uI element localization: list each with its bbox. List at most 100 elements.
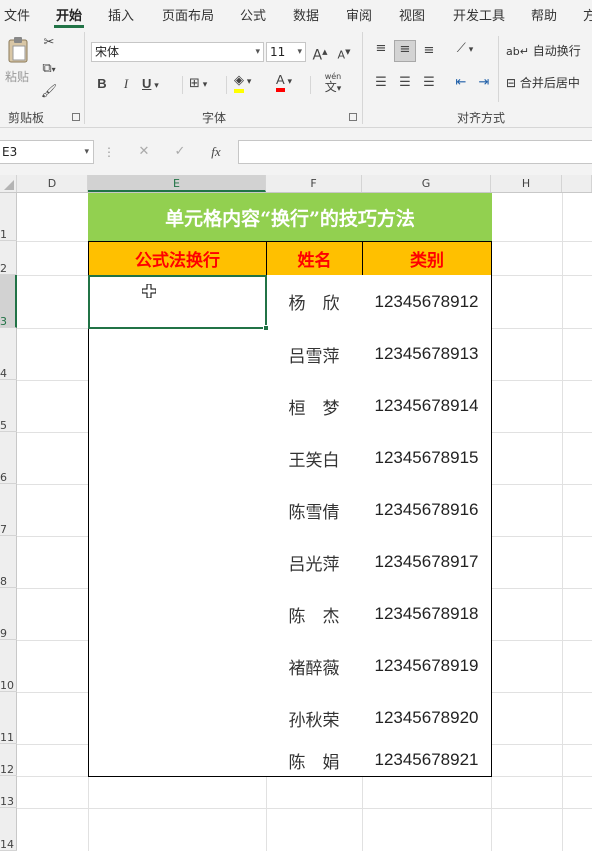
underline-button[interactable]: U ▾ — [142, 75, 170, 95]
formula-input[interactable] — [238, 140, 592, 164]
paste-button-label[interactable]: 粘贴 — [5, 68, 29, 86]
header-cell[interactable]: 姓名 — [266, 241, 363, 276]
name-cell[interactable]: 王笑白 — [266, 432, 363, 485]
column-header-h[interactable]: H — [491, 175, 562, 192]
formula-cell[interactable] — [88, 484, 267, 537]
tab-4[interactable]: 公式 — [240, 5, 266, 24]
code-cell[interactable]: 12345678914 — [362, 380, 492, 433]
font-size-dropdown[interactable]: 11 ▾ — [266, 42, 306, 62]
column-header-next[interactable] — [562, 175, 592, 192]
italic-button[interactable]: I — [118, 75, 134, 93]
font-dialog-launcher-icon[interactable] — [349, 113, 357, 121]
align-right-icon[interactable]: ☰ — [420, 74, 438, 92]
bold-button[interactable]: B — [94, 75, 110, 93]
tab-9[interactable]: 帮助 — [531, 5, 557, 24]
column-header-g[interactable]: G — [362, 175, 491, 192]
increase-indent-icon[interactable]: ⇥ — [475, 74, 493, 92]
column-header-e[interactable]: E — [88, 175, 266, 192]
paste-icon[interactable] — [5, 36, 31, 66]
font-color-icon[interactable]: A ▾ — [276, 72, 306, 92]
formula-cell[interactable] — [88, 536, 267, 589]
tab-3[interactable]: 页面布局 — [162, 5, 214, 24]
chevron-down-icon[interactable]: ▾ — [84, 141, 89, 163]
cut-icon[interactable]: ✂ — [40, 34, 58, 52]
row-header-3[interactable]: 3 — [0, 275, 17, 328]
code-cell[interactable]: 12345678919 — [362, 640, 492, 693]
code-cell[interactable]: 12345678915 — [362, 432, 492, 485]
row-header-2[interactable]: 2 — [0, 241, 17, 275]
code-cell[interactable]: 12345678921 — [362, 744, 492, 777]
align-left-icon[interactable]: ☰ — [372, 74, 390, 92]
decrease-indent-icon[interactable]: ⇤ — [452, 74, 470, 92]
row-header-13[interactable]: 13 — [0, 776, 17, 808]
name-cell[interactable]: 陈 娟 — [266, 744, 363, 777]
code-cell[interactable]: 12345678920 — [362, 692, 492, 745]
wrap-text-button[interactable]: ab↵ 自动换行 — [506, 42, 581, 61]
name-cell[interactable]: 褚醉薇 — [266, 640, 363, 693]
borders-icon[interactable]: ⊞ ▾ — [189, 75, 219, 94]
formula-cell[interactable] — [88, 744, 267, 777]
name-cell[interactable]: 桓 梦 — [266, 380, 363, 433]
code-cell[interactable]: 12345678912 — [362, 275, 492, 329]
fill-handle[interactable] — [263, 325, 269, 331]
row-header-7[interactable]: 7 — [0, 484, 17, 536]
row-header-12[interactable]: 12 — [0, 744, 17, 776]
name-cell[interactable]: 陈雪倩 — [266, 484, 363, 537]
tab-0[interactable]: 文件 — [4, 5, 30, 24]
row-header-11[interactable]: 11 — [0, 692, 17, 744]
header-cell[interactable]: 类别 — [362, 241, 492, 276]
align-middle-icon[interactable]: ≡ — [394, 40, 416, 62]
code-cell[interactable]: 12345678917 — [362, 536, 492, 589]
align-top-icon[interactable]: ≡ — [372, 40, 390, 58]
formula-cell[interactable] — [88, 692, 267, 745]
name-cell[interactable]: 吕雪萍 — [266, 328, 363, 381]
enter-icon[interactable]: ✓ — [171, 143, 189, 161]
align-bottom-icon[interactable]: ≡ — [420, 42, 438, 60]
code-cell[interactable]: 12345678916 — [362, 484, 492, 537]
row-header-5[interactable]: 5 — [0, 380, 17, 432]
tab-2[interactable]: 插入 — [108, 5, 134, 24]
tab-7[interactable]: 视图 — [399, 5, 425, 24]
name-cell[interactable]: 吕光萍 — [266, 536, 363, 589]
header-cell[interactable]: 公式法换行 — [88, 241, 267, 276]
row-header-1[interactable]: 1 — [0, 193, 17, 241]
row-header-14[interactable]: 14 — [0, 808, 17, 851]
more-options-icon[interactable]: ⋮ — [103, 143, 115, 161]
sheet-title[interactable]: 单元格内容“换行”的技巧方法 — [88, 193, 492, 242]
tab-8[interactable]: 开发工具 — [453, 5, 505, 24]
select-all-corner[interactable] — [0, 175, 17, 192]
row-header-9[interactable]: 9 — [0, 588, 17, 640]
tab-1[interactable]: 开始 — [56, 5, 82, 24]
code-cell[interactable]: 12345678913 — [362, 328, 492, 381]
active-cell-selection[interactable] — [88, 275, 267, 329]
column-header-d[interactable]: D — [17, 175, 88, 192]
formula-cell[interactable] — [88, 640, 267, 693]
formula-cell[interactable] — [88, 380, 267, 433]
name-box[interactable]: E3 ▾ — [0, 140, 94, 164]
formula-cell[interactable] — [88, 432, 267, 485]
font-name-dropdown[interactable]: 宋体 ▾ — [91, 42, 264, 62]
formula-cell[interactable] — [88, 588, 267, 641]
name-cell[interactable]: 陈 杰 — [266, 588, 363, 641]
formula-cell[interactable] — [88, 328, 267, 381]
insert-function-icon[interactable]: fx — [205, 143, 227, 161]
decrease-font-icon[interactable]: A▼ — [335, 43, 353, 65]
increase-font-icon[interactable]: A▲ — [311, 43, 329, 65]
row-header-6[interactable]: 6 — [0, 432, 17, 484]
format-painter-icon[interactable]: 🖌 — [40, 83, 58, 101]
row-header-10[interactable]: 10 — [0, 640, 17, 692]
align-center-icon[interactable]: ☰ — [396, 74, 414, 92]
tab-6[interactable]: 审阅 — [346, 5, 372, 24]
name-cell[interactable]: 孙秋荣 — [266, 692, 363, 745]
phonetic-guide-icon[interactable]: wén 文▾ — [316, 70, 350, 95]
cancel-icon[interactable]: ✕ — [135, 143, 153, 161]
column-header-f[interactable]: F — [266, 175, 362, 192]
tab-5[interactable]: 数据 — [293, 5, 319, 24]
merge-center-button[interactable]: ⊟ 合并后居中 — [506, 74, 580, 92]
fill-color-icon[interactable]: ◈ ▾ — [234, 72, 266, 93]
name-cell[interactable]: 杨 欣 — [266, 275, 363, 329]
row-header-8[interactable]: 8 — [0, 536, 17, 588]
orientation-icon[interactable]: ⟋ ▾ — [450, 40, 480, 59]
clipboard-dialog-launcher-icon[interactable] — [72, 113, 80, 121]
code-cell[interactable]: 12345678918 — [362, 588, 492, 641]
